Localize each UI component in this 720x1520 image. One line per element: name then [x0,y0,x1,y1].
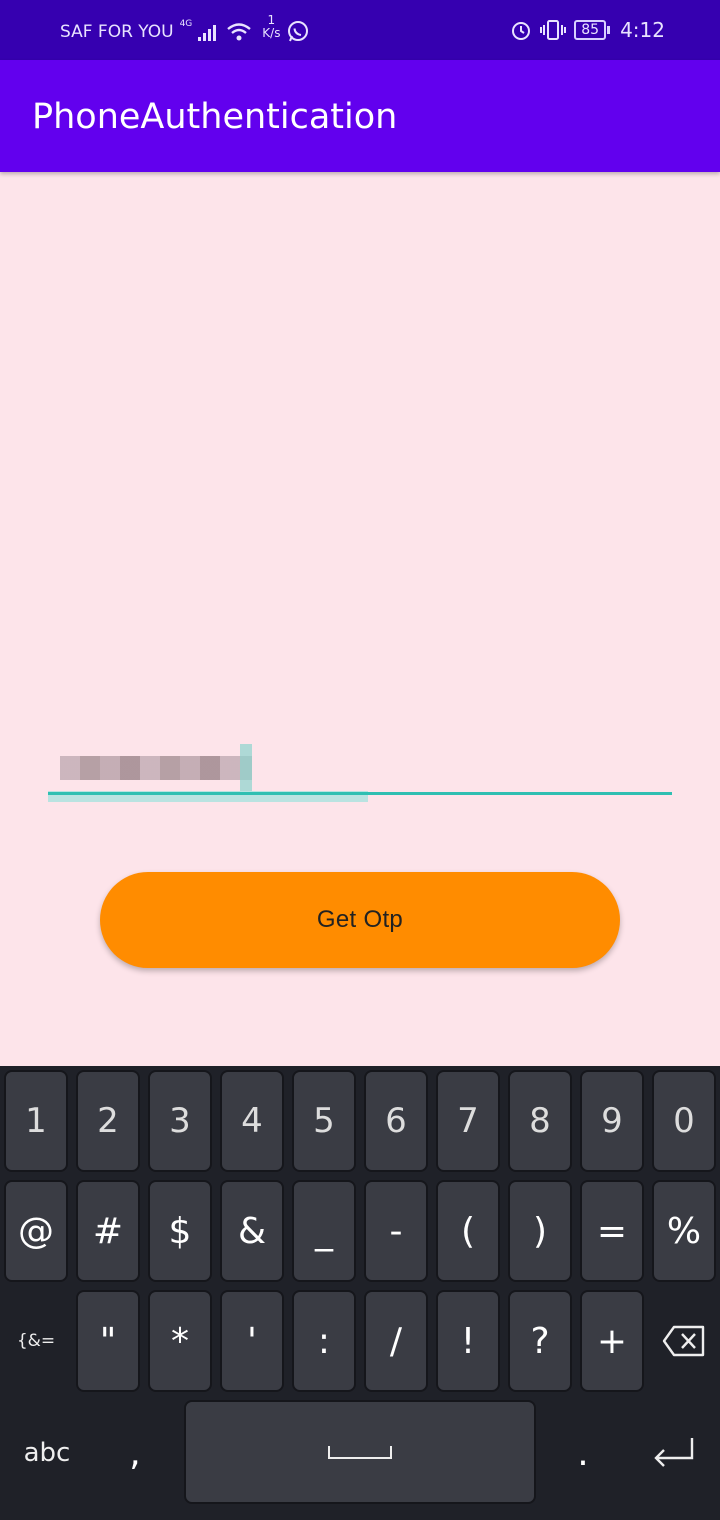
status-left: SAF FOR YOU 4G 1 K/s [60,14,310,44]
key-at[interactable]: @ [4,1180,68,1282]
key-percent[interactable]: % [652,1180,716,1282]
key-space[interactable] [184,1400,536,1504]
key-hyphen[interactable]: - [364,1180,428,1282]
key-comma[interactable]: , [100,1402,170,1504]
key-7[interactable]: 7 [436,1070,500,1172]
backspace-icon [662,1325,705,1357]
status-right: 85 4:12 [510,18,665,42]
key-hash[interactable]: # [76,1180,140,1282]
battery-indicator: 85 [574,20,610,40]
key-equals[interactable]: = [580,1180,644,1282]
text-cursor [240,744,252,792]
key-underscore[interactable]: _ [292,1180,356,1282]
network-type: 4G [179,19,193,29]
key-plus[interactable]: + [580,1290,644,1392]
key-2[interactable]: 2 [76,1070,140,1172]
key-8[interactable]: 8 [508,1070,572,1172]
key-slash[interactable]: / [364,1290,428,1392]
key-4[interactable]: 4 [220,1070,284,1172]
phone-number-field[interactable] [48,730,672,810]
speed-unit: K/s [262,26,281,40]
key-exclamation[interactable]: ! [436,1290,500,1392]
key-6[interactable]: 6 [364,1070,428,1172]
key-asterisk[interactable]: * [148,1290,212,1392]
key-dollar[interactable]: $ [148,1180,212,1282]
app-title: PhoneAuthentication [32,97,398,137]
symbol-keyboard: 1 2 3 4 5 6 7 8 9 0 @ # $ & _ - ( ) = % … [0,1066,720,1520]
key-backspace[interactable] [652,1290,716,1392]
enter-icon [654,1438,694,1467]
field-underline [48,792,672,795]
alarm-icon [512,22,531,40]
key-more-symbols[interactable]: {&= [4,1290,68,1392]
vibrate-icon [540,20,567,40]
key-0[interactable]: 0 [652,1070,716,1172]
key-colon[interactable]: : [292,1290,356,1392]
network-speed: 1 K/s [262,14,280,40]
phone-number-value-redacted [60,756,252,780]
status-bar: SAF FOR YOU 4G 1 K/s 85 4:12 [0,0,720,60]
key-5[interactable]: 5 [292,1070,356,1172]
key-ampersand[interactable]: & [220,1180,284,1282]
wifi-icon [227,23,252,41]
key-apostrophe[interactable]: ' [220,1290,284,1392]
space-icon [328,1446,392,1459]
carrier-name: SAF FOR YOU [60,22,174,42]
get-otp-button[interactable]: Get Otp [100,872,620,968]
key-double-quote[interactable]: " [76,1290,140,1392]
app-bar: PhoneAuthentication [0,60,720,172]
key-9[interactable]: 9 [580,1070,644,1172]
key-3[interactable]: 3 [148,1070,212,1172]
key-question[interactable]: ? [508,1290,572,1392]
clock: 4:12 [620,18,665,42]
whatsapp-icon [288,21,309,42]
key-abc[interactable]: abc [4,1402,90,1504]
key-enter[interactable] [632,1402,716,1504]
key-close-paren[interactable]: ) [508,1180,572,1282]
key-1[interactable]: 1 [4,1070,68,1172]
signal-icon [198,25,217,41]
key-period[interactable]: . [548,1402,618,1504]
key-open-paren[interactable]: ( [436,1180,500,1282]
